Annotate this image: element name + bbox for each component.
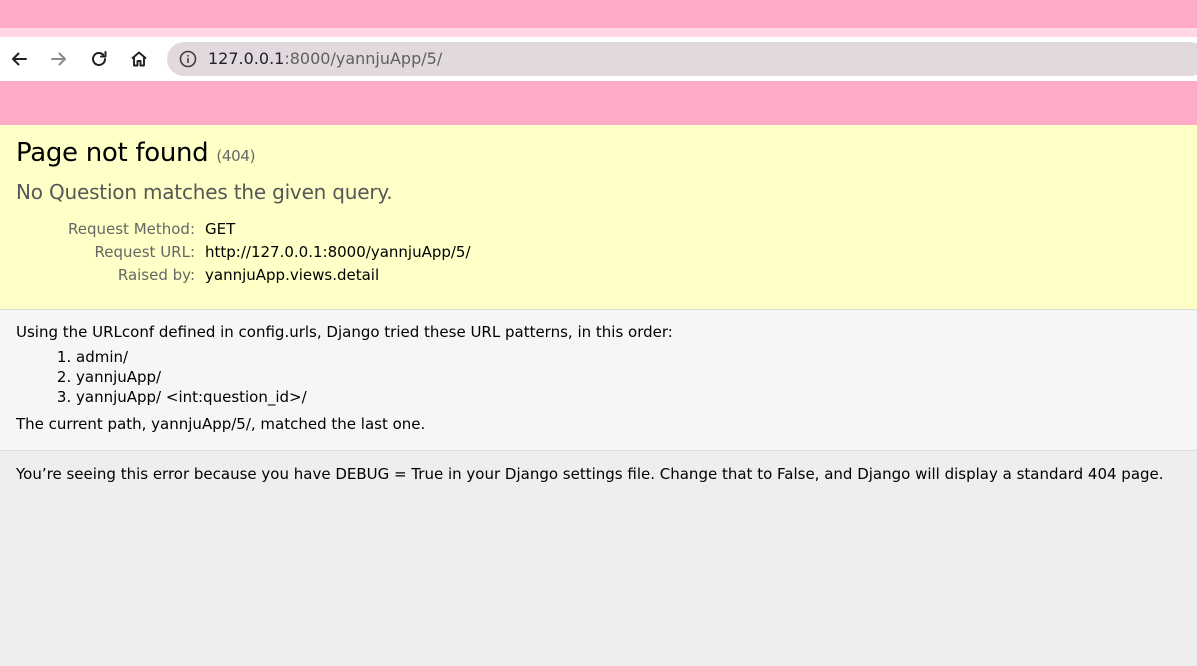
- meta-label: Request URL:: [94, 243, 196, 261]
- arrow-right-icon: [51, 52, 66, 66]
- meta-label: Raised by:: [117, 266, 196, 284]
- reload-icon: [92, 51, 107, 66]
- back-button[interactable]: [4, 44, 34, 74]
- url-path: :8000/yannjuApp/5/: [284, 49, 443, 68]
- home-button[interactable]: [124, 44, 154, 74]
- meta-row-method: Request Method: GET: [68, 218, 471, 241]
- list-item: yannjuApp/: [76, 367, 1181, 387]
- meta-value: yannjuApp.views.detail: [205, 266, 380, 284]
- info-icon[interactable]: [179, 50, 197, 68]
- browser-toolbar: 127.0.0.1:8000/yannjuApp/5/: [0, 37, 1197, 81]
- bookmark-bar: [0, 81, 1197, 125]
- page-title: Page not found (404): [16, 138, 1181, 168]
- list-item: admin/: [76, 347, 1181, 367]
- meta-row-raised-by: Raised by: yannjuApp.views.detail: [68, 264, 471, 287]
- error-summary: Page not found (404) No Question matches…: [0, 125, 1197, 310]
- arrow-left-icon: [12, 52, 27, 66]
- tab-strip-divider: [0, 28, 1197, 37]
- meta-row-url: Request URL: http://127.0.0.1:8000/yannj…: [68, 241, 471, 264]
- forward-button[interactable]: [44, 44, 74, 74]
- tab-strip: [0, 0, 1197, 37]
- meta-value: http://127.0.0.1:8000/yannjuApp/5/: [205, 243, 471, 261]
- url-host: 127.0.0.1: [208, 49, 285, 68]
- patterns-intro: Using the URLconf defined in config.urls…: [16, 323, 673, 341]
- error-reason: No Question matches the given query.: [16, 180, 393, 204]
- status-code: (404): [216, 147, 256, 165]
- debug-explanation: You’re seeing this error because you hav…: [0, 451, 1197, 485]
- url-patterns-info: Using the URLconf defined in config.urls…: [0, 310, 1197, 451]
- reload-button[interactable]: [84, 44, 114, 74]
- page-title-text: Page not found: [16, 138, 209, 168]
- explanation-text: You’re seeing this error because you hav…: [16, 465, 1164, 483]
- url-text[interactable]: 127.0.0.1:8000/yannjuApp/5/: [208, 49, 442, 68]
- url-pattern-list: admin/ yannjuApp/ yannjuApp/ <int:questi…: [76, 347, 1181, 407]
- home-icon: [131, 51, 147, 67]
- patterns-outro: The current path, yannjuApp/5/, matched …: [16, 415, 426, 433]
- meta-label: Request Method:: [68, 220, 196, 238]
- list-item: yannjuApp/ <int:question_id>/: [76, 387, 1181, 407]
- request-meta-table: Request Method: GET Request URL: http://…: [68, 218, 471, 287]
- page-content: Page not found (404) No Question matches…: [0, 125, 1197, 485]
- address-bar[interactable]: 127.0.0.1:8000/yannjuApp/5/: [167, 42, 1197, 76]
- meta-value: GET: [205, 220, 236, 238]
